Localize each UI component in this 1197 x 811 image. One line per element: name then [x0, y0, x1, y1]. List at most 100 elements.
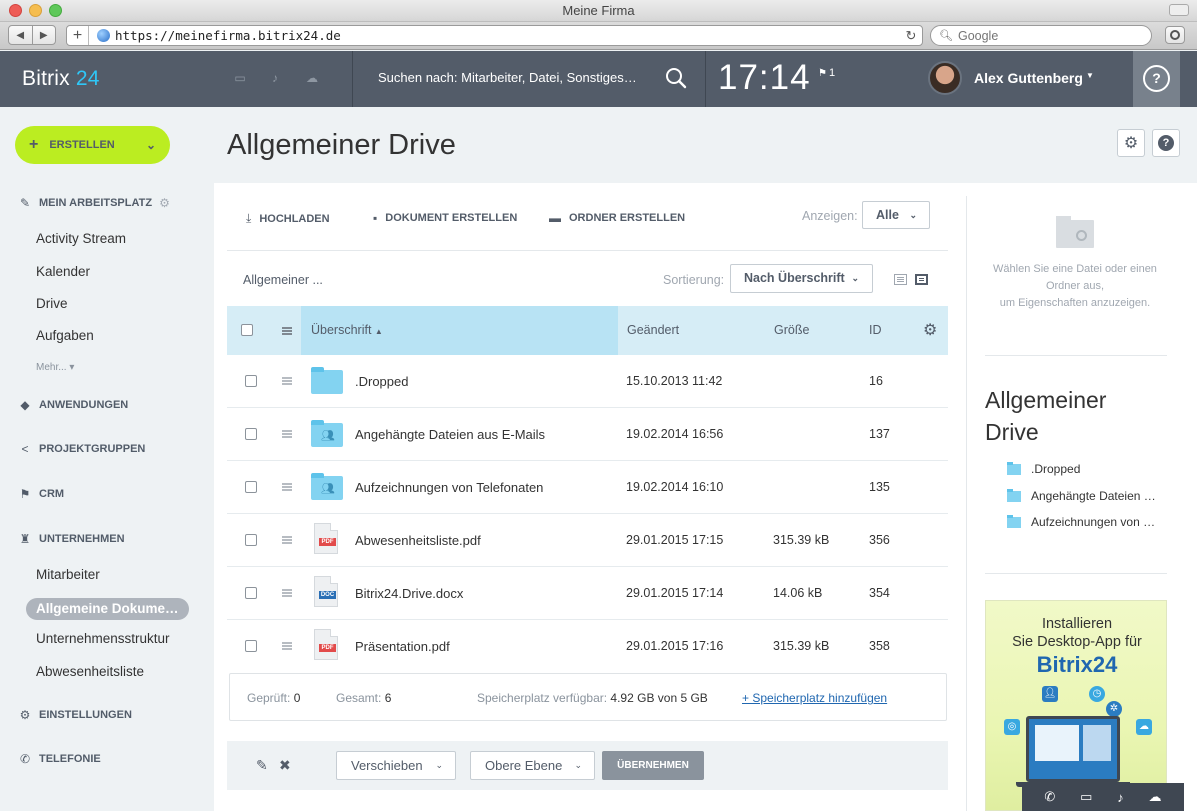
table-row[interactable]: PDF Abwesenheitsliste.pdf 29.01.2015 17:… [227, 514, 948, 567]
cloud-icon[interactable]: ☁ [305, 71, 319, 85]
sidebar-item-employees[interactable]: Mitarbeiter [36, 567, 100, 582]
sidebar-item-tasks[interactable]: Aufgaben [36, 328, 94, 343]
add-bookmark-icon[interactable]: + [67, 26, 89, 45]
reload-icon[interactable]: ↻ [900, 28, 922, 44]
clock[interactable]: 17:14 [718, 58, 811, 98]
column-menu-icon[interactable] [282, 327, 292, 335]
table-row[interactable]: 👥︎ Angehängte Dateien aus E-Mails 19.02.… [227, 408, 948, 461]
sidebar-item-common-documents[interactable]: Allgemeine Dokume… [26, 598, 189, 620]
chevron-down-icon[interactable]: ▼ [1086, 71, 1094, 80]
table-row[interactable]: .Dropped 15.10.2013 11:42 16 [227, 355, 948, 408]
info-folder-item[interactable]: .Dropped [1007, 461, 1165, 477]
apply-button[interactable]: ÜBERNEHMEN [602, 751, 704, 780]
sidebar-section-apps[interactable]: ◆ ANWENDUNGEN [18, 398, 128, 412]
forward-button[interactable]: ▶ [33, 26, 56, 44]
sidebar-item-company-structure[interactable]: Unternehmensstruktur [36, 631, 170, 646]
desktop-app-promo[interactable]: Installieren Sie Desktop-App für Bitrix2… [985, 600, 1167, 811]
help-icon[interactable]: ? [1143, 65, 1170, 92]
info-folder-item[interactable]: Aufzeichnungen von … [1007, 514, 1165, 530]
row-menu-icon[interactable] [282, 589, 292, 597]
file-name[interactable]: Aufzeichnungen von Telefonaten [355, 480, 543, 495]
avatar[interactable] [928, 61, 962, 95]
sidebar-section-crm[interactable]: ⚑ CRM [18, 487, 64, 501]
page-settings-button[interactable]: ⚙ [1117, 129, 1145, 157]
cloud-icon[interactable]: ☁ [1149, 789, 1162, 805]
table-row[interactable]: PDF Präsentation.pdf 29.01.2015 17:16 31… [227, 620, 948, 673]
row-checkbox[interactable] [245, 375, 257, 387]
table-row[interactable]: DOC Bitrix24.Drive.docx 29.01.2015 17:14… [227, 567, 948, 620]
select-all-checkbox[interactable] [241, 324, 253, 336]
column-changed[interactable]: Geändert [627, 323, 679, 337]
sidebar-item-drive[interactable]: Drive [36, 296, 68, 311]
gear-icon[interactable]: ⚙ [923, 320, 937, 340]
address-bar[interactable]: + https://meinefirma.bitrix24.de ↻ [66, 25, 923, 46]
file-name[interactable]: Angehängte Dateien aus E-Mails [355, 427, 545, 442]
create-button[interactable]: + ERSTELLEN ⌄ [15, 126, 170, 164]
chat-icon[interactable]: ▭ [1080, 789, 1092, 805]
create-folder-button[interactable]: ▬ ORDNER ERSTELLEN [549, 211, 685, 225]
gear-icon[interactable]: ⚙ [159, 196, 170, 210]
bitrix-logo[interactable]: Bitrix 24 [22, 67, 100, 91]
sidebar-more-link[interactable]: Mehr... ▾ [36, 362, 74, 373]
sidebar-section-company[interactable]: ♜ UNTERNEHMEN [18, 532, 125, 546]
row-checkbox[interactable] [245, 587, 257, 599]
add-storage-link[interactable]: + Speicherplatz hinzufügen [742, 691, 887, 705]
toolbar-toggle-button[interactable] [1169, 4, 1189, 16]
level-select[interactable]: Obere Ebene ⌄ [470, 751, 595, 780]
row-checkbox[interactable] [245, 481, 257, 493]
user-name[interactable]: Alex Guttenberg [974, 70, 1083, 86]
phone-icon[interactable]: ✆ [1044, 789, 1055, 805]
folder-search-icon [1056, 216, 1094, 248]
page-help-button[interactable]: ? [1152, 129, 1180, 157]
sort-select[interactable]: Nach Überschrift ⌄ [730, 264, 873, 293]
breadcrumb[interactable]: Allgemeiner ... [243, 273, 323, 287]
close-window-button[interactable] [9, 4, 22, 17]
sidebar-item-absence-list[interactable]: Abwesenheitsliste [36, 664, 144, 679]
create-document-button[interactable]: ▪ DOKUMENT ERSTELLEN [373, 211, 517, 225]
sidebar-section-settings[interactable]: ⚙ EINSTELLUNGEN [18, 708, 132, 722]
global-search-input[interactable]: Suchen nach: Mitarbeiter, Datei, Sonstig… [378, 70, 637, 85]
sidebar-item-calendar[interactable]: Kalender [36, 264, 90, 279]
info-folder-item[interactable]: Angehängte Dateien … [1007, 488, 1165, 504]
column-title[interactable]: Überschrift ▲ [311, 323, 383, 337]
sidebar-section-telephony[interactable]: ✆ TELEFONIE [18, 752, 101, 766]
table-row[interactable]: 👥︎ Aufzeichnungen von Telefonaten 19.02.… [227, 461, 948, 514]
row-checkbox[interactable] [245, 428, 257, 440]
browser-search-input[interactable] [957, 28, 1138, 43]
downloads-button[interactable] [1165, 26, 1185, 44]
file-name[interactable]: Abwesenheitsliste.pdf [355, 533, 481, 548]
row-checkbox[interactable] [245, 640, 257, 652]
bell-icon[interactable]: ♪ [1117, 790, 1124, 805]
column-size[interactable]: Größe [774, 323, 809, 337]
row-menu-icon[interactable] [282, 483, 292, 491]
row-menu-icon[interactable] [282, 642, 292, 650]
row-checkbox[interactable] [245, 534, 257, 546]
minimize-window-button[interactable] [29, 4, 42, 17]
back-button[interactable]: ◀ [9, 26, 33, 44]
close-icon[interactable]: ✖ [279, 757, 291, 774]
tile-view-icon[interactable] [894, 274, 907, 285]
upload-button[interactable]: ⤓ HOCHLADEN [246, 211, 330, 226]
help-panel[interactable]: ? [1133, 51, 1180, 107]
chat-icon[interactable]: ▭ [233, 71, 247, 85]
sidebar-item-activity-stream[interactable]: Activity Stream [36, 231, 126, 246]
zoom-window-button[interactable] [49, 4, 62, 17]
row-menu-icon[interactable] [282, 536, 292, 544]
file-name[interactable]: Bitrix24.Drive.docx [355, 586, 463, 601]
row-menu-icon[interactable] [282, 377, 292, 385]
flag-icon[interactable]: ⚑ [818, 68, 827, 79]
pencil-icon[interactable]: ✎ [256, 757, 268, 774]
file-name[interactable]: Präsentation.pdf [355, 639, 450, 654]
show-filter-select[interactable]: Alle ⌄ [862, 201, 930, 229]
list-view-icon[interactable] [915, 274, 928, 285]
bell-icon[interactable]: ♪ [268, 71, 282, 85]
sidebar-section-workspace[interactable]: ✎ MEIN ARBEITSPLATZ ⚙ [18, 196, 170, 210]
browser-search-field[interactable]: 🔍︎ [930, 25, 1152, 46]
column-id[interactable]: ID [869, 323, 882, 337]
url-text[interactable]: https://meinefirma.bitrix24.de [115, 28, 900, 43]
row-menu-icon[interactable] [282, 430, 292, 438]
sidebar-section-groups[interactable]: < PROJEKTGRUPPEN [18, 442, 145, 456]
file-name[interactable]: .Dropped [355, 374, 408, 389]
search-icon[interactable] [665, 67, 687, 89]
move-select[interactable]: Verschieben ⌄ [336, 751, 456, 780]
